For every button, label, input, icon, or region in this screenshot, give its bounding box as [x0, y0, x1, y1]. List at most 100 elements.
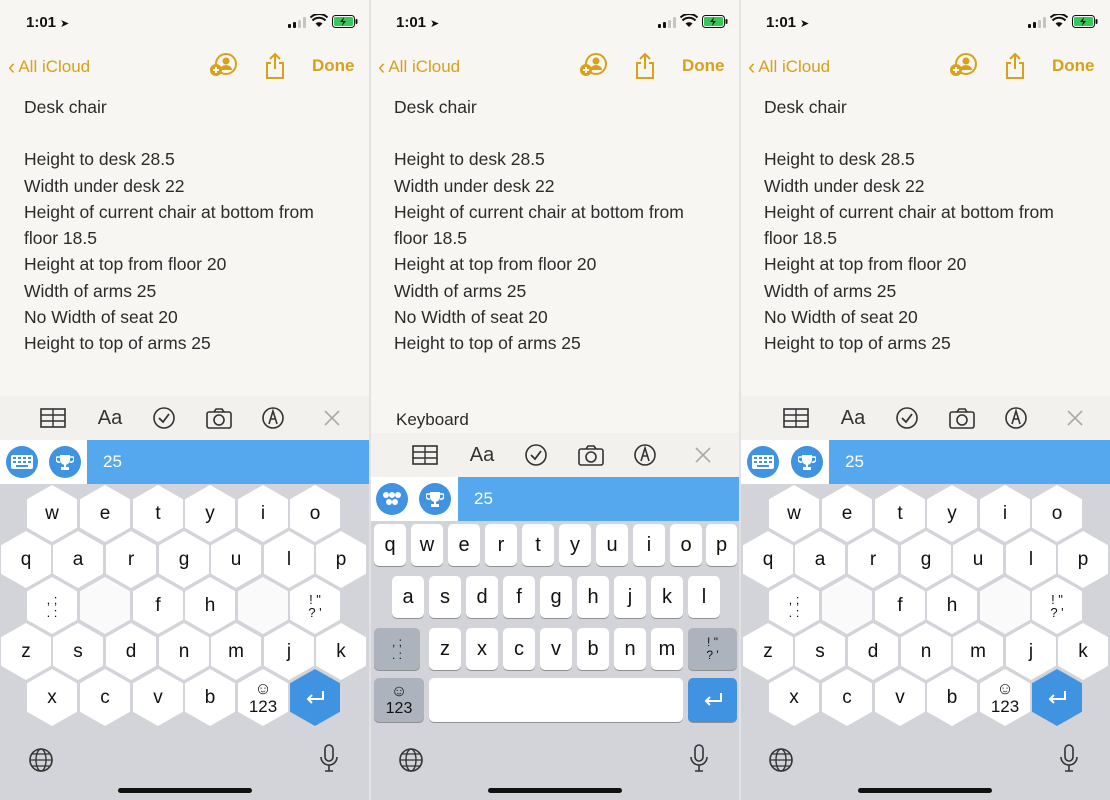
checklist-icon[interactable]	[149, 404, 179, 432]
numbers-key[interactable]: ☺ 123	[238, 669, 288, 726]
key[interactable]: g	[901, 531, 951, 588]
key[interactable]: u	[596, 524, 628, 566]
share-icon[interactable]	[264, 52, 286, 80]
key[interactable]: q	[374, 524, 406, 566]
key[interactable]: e	[822, 485, 872, 542]
key[interactable]: q	[1, 531, 51, 588]
return-key[interactable]	[1032, 669, 1082, 726]
key[interactable]: k	[651, 576, 683, 618]
key[interactable]: a	[795, 531, 845, 588]
key[interactable]: p	[1058, 531, 1108, 588]
close-icon[interactable]	[317, 404, 347, 432]
format-button[interactable]: Aa	[467, 441, 497, 469]
key[interactable]: f	[875, 577, 925, 634]
key[interactable]: t	[133, 485, 183, 542]
key[interactable]: z	[429, 628, 461, 670]
key[interactable]: c	[822, 669, 872, 726]
key[interactable]: d	[106, 623, 156, 680]
key[interactable]: u	[953, 531, 1003, 588]
done-button[interactable]: Done	[312, 56, 355, 76]
key[interactable]: y	[185, 485, 235, 542]
key[interactable]: k	[316, 623, 366, 680]
key[interactable]: v	[875, 669, 925, 726]
key[interactable]: i	[633, 524, 665, 566]
markup-pen-icon[interactable]	[1001, 404, 1031, 432]
table-icon[interactable]	[781, 404, 811, 432]
key[interactable]: y	[559, 524, 591, 566]
key[interactable]: p	[316, 531, 366, 588]
table-icon[interactable]	[38, 404, 68, 432]
key[interactable]: z	[1, 623, 51, 680]
globe-icon[interactable]	[398, 747, 424, 773]
key[interactable]: t	[522, 524, 554, 566]
key[interactable]: n	[614, 628, 646, 670]
key[interactable]: b	[185, 669, 235, 726]
checklist-icon[interactable]	[892, 404, 922, 432]
key[interactable]: d	[848, 623, 898, 680]
punctuation-key[interactable]: ! "? '	[290, 577, 340, 634]
key[interactable]: c	[80, 669, 130, 726]
return-key[interactable]	[688, 678, 737, 722]
key[interactable]: i	[980, 485, 1030, 542]
share-icon[interactable]	[634, 52, 656, 80]
globe-icon[interactable]	[28, 747, 54, 773]
key[interactable]: r	[485, 524, 517, 566]
camera-icon[interactable]	[947, 404, 977, 432]
key[interactable]: b	[927, 669, 977, 726]
punctuation-key[interactable]: , ;. :	[769, 577, 819, 634]
trophy-button[interactable]	[49, 446, 81, 478]
key[interactable]: h	[577, 576, 609, 618]
key[interactable]: l	[1006, 531, 1056, 588]
key[interactable]: l	[688, 576, 720, 618]
key[interactable]: q	[743, 531, 793, 588]
microphone-icon[interactable]	[1058, 743, 1080, 775]
punctuation-key[interactable]: , ;. :	[374, 628, 420, 670]
format-button[interactable]: Aa	[838, 404, 868, 432]
key[interactable]: m	[953, 623, 1003, 680]
key[interactable]: b	[577, 628, 609, 670]
key[interactable]: z	[743, 623, 793, 680]
punctuation-key[interactable]: ! "? '	[688, 628, 737, 670]
microphone-icon[interactable]	[688, 743, 710, 775]
keyboard-switch-button[interactable]	[376, 483, 408, 515]
punctuation-key[interactable]: ! "? '	[1032, 577, 1082, 634]
key[interactable]: d	[466, 576, 498, 618]
close-icon[interactable]	[688, 441, 718, 469]
globe-icon[interactable]	[768, 747, 794, 773]
suggestion-text[interactable]: 25	[829, 440, 1110, 484]
camera-icon[interactable]	[204, 404, 234, 432]
key[interactable]: f	[503, 576, 535, 618]
key[interactable]: v	[133, 669, 183, 726]
key[interactable]: f	[133, 577, 183, 634]
key[interactable]: r	[106, 531, 156, 588]
key[interactable]: n	[159, 623, 209, 680]
key[interactable]: e	[80, 485, 130, 542]
key[interactable]: s	[429, 576, 461, 618]
key[interactable]: g	[159, 531, 209, 588]
key[interactable]: x	[769, 669, 819, 726]
done-button[interactable]: Done	[1052, 56, 1095, 76]
key[interactable]: t	[875, 485, 925, 542]
space-bar[interactable]	[429, 678, 683, 722]
punctuation-key[interactable]: , ;. :	[27, 577, 77, 634]
key[interactable]: i	[238, 485, 288, 542]
suggestion-text[interactable]: 25	[87, 440, 370, 484]
back-button[interactable]: ‹ All iCloud	[748, 54, 830, 80]
note-body[interactable]: Desk chair Height to desk 28.5 Width und…	[764, 94, 1100, 357]
key[interactable]: o	[670, 524, 702, 566]
key[interactable]: w	[27, 485, 77, 542]
key[interactable]: a	[392, 576, 424, 618]
key[interactable]: w	[769, 485, 819, 542]
key[interactable]: m	[651, 628, 683, 670]
key[interactable]: h	[927, 577, 977, 634]
key[interactable]: o	[290, 485, 340, 542]
key[interactable]: x	[27, 669, 77, 726]
key[interactable]: o	[1032, 485, 1082, 542]
key[interactable]: s	[795, 623, 845, 680]
close-icon[interactable]	[1060, 404, 1090, 432]
key[interactable]: s	[53, 623, 103, 680]
key[interactable]: u	[211, 531, 261, 588]
suggestion-text[interactable]: 25	[458, 477, 740, 521]
key[interactable]: k	[1058, 623, 1108, 680]
return-key[interactable]	[290, 669, 340, 726]
